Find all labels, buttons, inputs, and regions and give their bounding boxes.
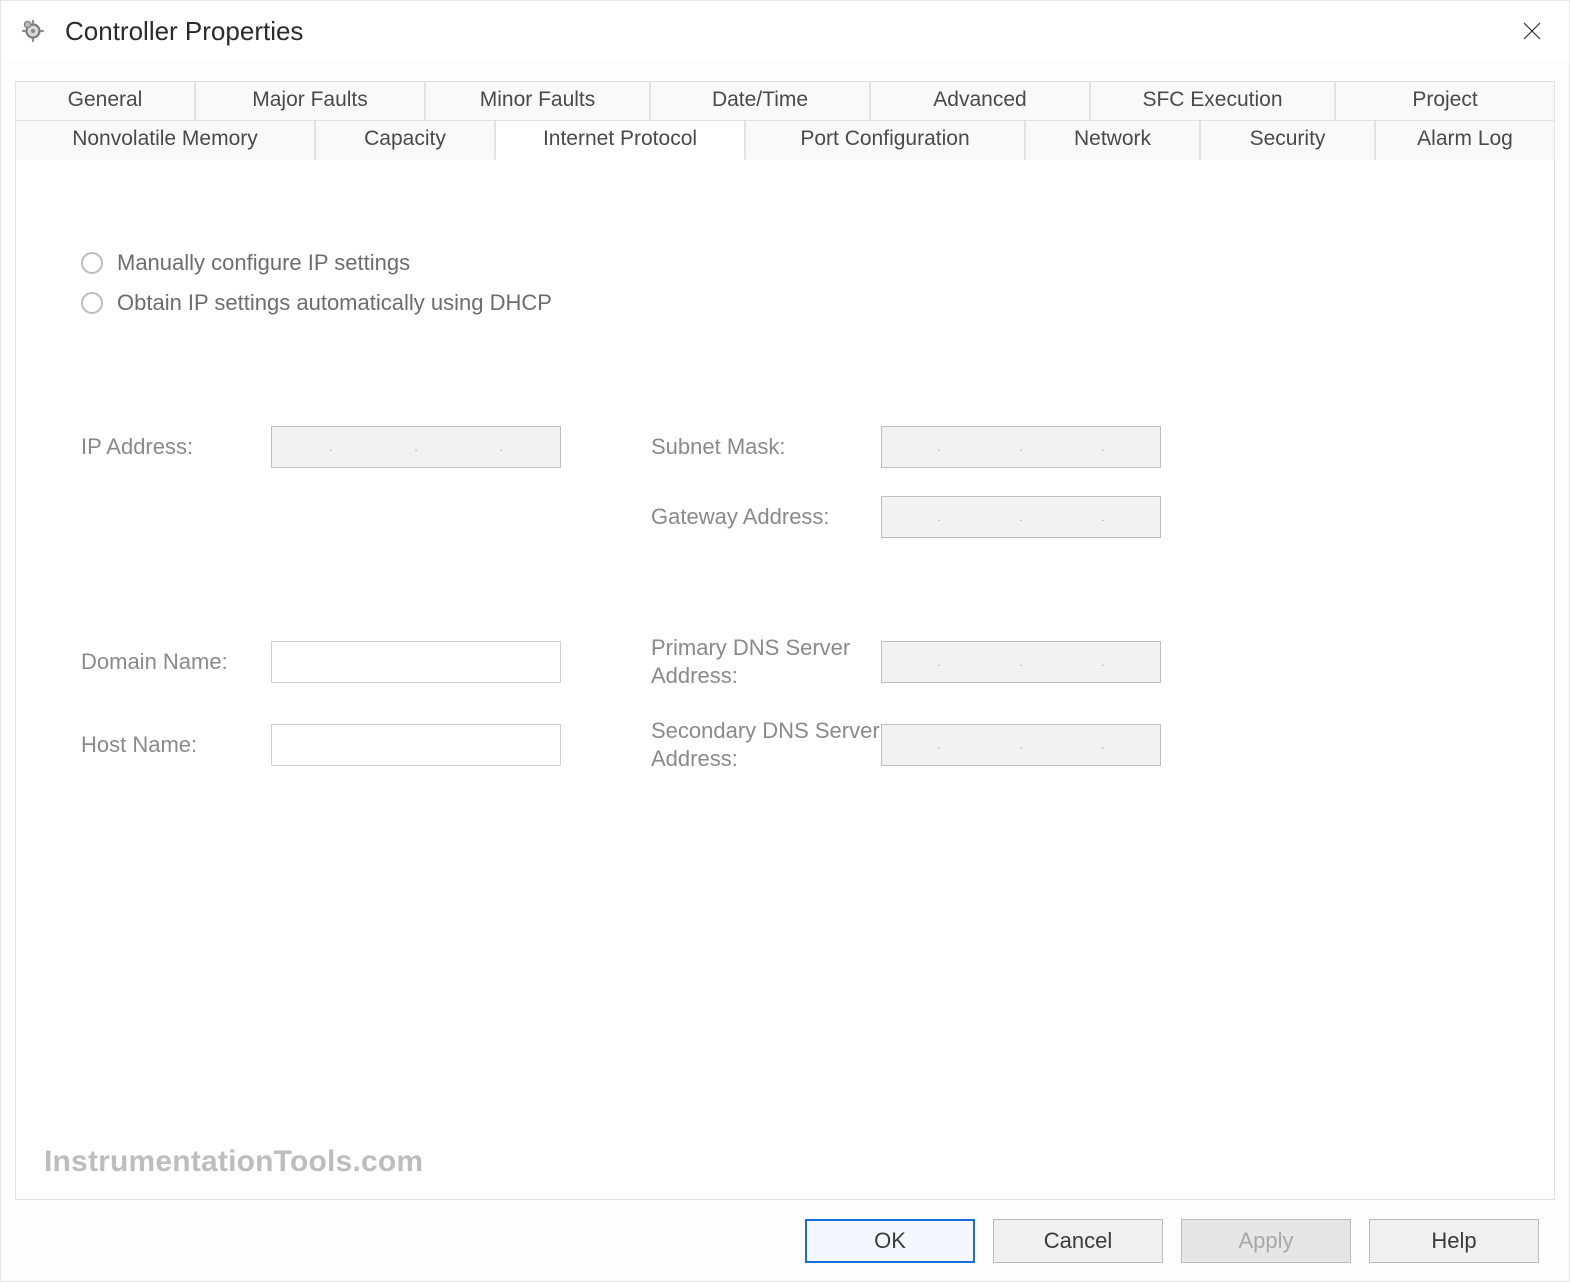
- input-domain-name[interactable]: [271, 641, 561, 683]
- label-host-name: Host Name:: [81, 732, 271, 758]
- ip-settings-grid: IP Address: ... Subnet Mask: ... Gateway…: [81, 426, 1494, 772]
- dialog-body: General Major Faults Minor Faults Date/T…: [1, 61, 1569, 1281]
- input-ip-address[interactable]: ...: [271, 426, 561, 468]
- radio-dhcp-label: Obtain IP settings automatically using D…: [117, 290, 552, 316]
- cancel-button[interactable]: Cancel: [993, 1219, 1163, 1263]
- close-icon: [1520, 19, 1544, 43]
- input-host-name[interactable]: [271, 724, 561, 766]
- input-primary-dns[interactable]: ...: [881, 641, 1161, 683]
- tab-project[interactable]: Project: [1335, 81, 1555, 121]
- tab-sfc-execution[interactable]: SFC Execution: [1090, 81, 1335, 121]
- title-bar: Controller Properties: [1, 1, 1569, 61]
- ok-button[interactable]: OK: [805, 1219, 975, 1263]
- input-secondary-dns[interactable]: ...: [881, 724, 1161, 766]
- tab-major-faults[interactable]: Major Faults: [195, 81, 425, 121]
- controller-icon: [19, 17, 47, 45]
- close-button[interactable]: [1507, 6, 1557, 56]
- tab-port-configuration[interactable]: Port Configuration: [745, 120, 1025, 160]
- radio-icon: [81, 252, 103, 274]
- tab-date-time[interactable]: Date/Time: [650, 81, 870, 121]
- tab-internet-protocol[interactable]: Internet Protocol: [495, 120, 745, 160]
- label-secondary-dns: Secondary DNS Server Address:: [651, 717, 881, 772]
- label-subnet-mask: Subnet Mask:: [651, 434, 881, 460]
- apply-button[interactable]: Apply: [1181, 1219, 1351, 1263]
- radio-manual-ip-label: Manually configure IP settings: [117, 250, 410, 276]
- tab-network[interactable]: Network: [1025, 120, 1200, 160]
- tab-general[interactable]: General: [15, 81, 195, 121]
- tab-advanced[interactable]: Advanced: [870, 81, 1090, 121]
- tab-nonvolatile-memory[interactable]: Nonvolatile Memory: [15, 120, 315, 160]
- label-gateway: Gateway Address:: [651, 504, 881, 530]
- tab-control: General Major Faults Minor Faults Date/T…: [15, 81, 1555, 161]
- label-ip-address: IP Address:: [81, 434, 271, 460]
- radio-icon: [81, 292, 103, 314]
- input-subnet-mask[interactable]: ...: [881, 426, 1161, 468]
- tab-security[interactable]: Security: [1200, 120, 1375, 160]
- watermark-text: InstrumentationTools.com: [44, 1145, 423, 1179]
- help-button[interactable]: Help: [1369, 1219, 1539, 1263]
- radio-dhcp[interactable]: Obtain IP settings automatically using D…: [81, 290, 1494, 316]
- dialog-button-bar: OK Cancel Apply Help: [9, 1201, 1561, 1281]
- tab-capacity[interactable]: Capacity: [315, 120, 495, 160]
- internet-protocol-panel: Manually configure IP settings Obtain IP…: [15, 160, 1555, 1200]
- controller-properties-dialog: Controller Properties General Major Faul…: [0, 0, 1570, 1282]
- input-gateway[interactable]: ...: [881, 496, 1161, 538]
- tab-minor-faults[interactable]: Minor Faults: [425, 81, 650, 121]
- window-title: Controller Properties: [65, 16, 1507, 47]
- radio-manual-ip[interactable]: Manually configure IP settings: [81, 250, 1494, 276]
- tab-alarm-log[interactable]: Alarm Log: [1375, 120, 1555, 160]
- label-primary-dns: Primary DNS Server Address:: [651, 634, 881, 689]
- label-domain-name: Domain Name:: [81, 649, 271, 675]
